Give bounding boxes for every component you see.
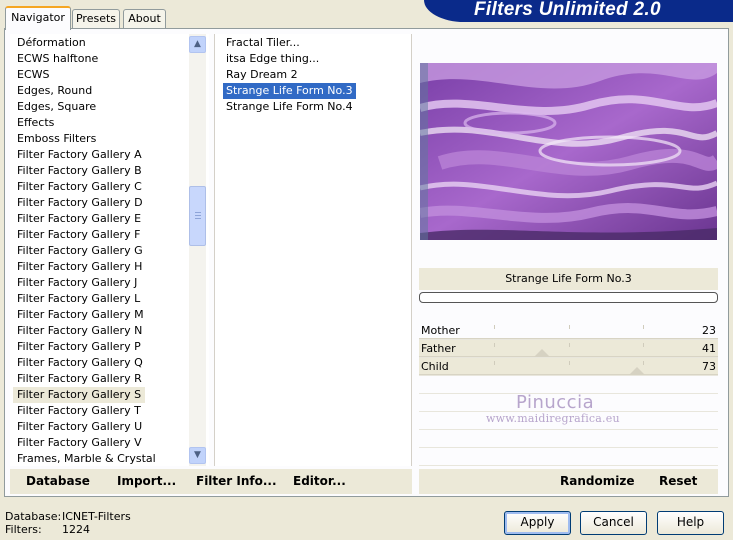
category-item[interactable]: Emboss Filters bbox=[13, 131, 100, 147]
filter-item[interactable]: Strange Life Form No.4 bbox=[223, 99, 356, 115]
filter-item[interactable]: Ray Dream 2 bbox=[223, 67, 301, 83]
category-item[interactable]: ECWS bbox=[13, 67, 54, 83]
category-scrollbar[interactable]: ▲ ▼ bbox=[189, 34, 206, 466]
category-item[interactable]: Filter Factory Gallery G bbox=[13, 243, 147, 259]
slider-label: Father bbox=[421, 342, 456, 355]
slider-father[interactable]: Father 41 bbox=[419, 340, 718, 358]
database-label: Database: bbox=[5, 510, 62, 523]
scroll-thumb[interactable] bbox=[189, 186, 206, 246]
preview-image bbox=[420, 63, 717, 240]
slider-knob[interactable] bbox=[534, 349, 550, 357]
category-item[interactable]: Filter Factory Gallery R bbox=[13, 371, 146, 387]
tab-presets[interactable]: Presets bbox=[72, 9, 120, 29]
slider-value: 73 bbox=[702, 360, 716, 373]
slider-mother[interactable]: Mother 23 bbox=[419, 322, 718, 340]
import-button[interactable]: Import... bbox=[117, 473, 176, 489]
category-item[interactable]: Filter Factory Gallery S bbox=[13, 387, 146, 403]
slider-track[interactable] bbox=[419, 374, 718, 375]
watermark-url: www.maidiregrafica.eu bbox=[486, 412, 620, 425]
database-button[interactable]: Database bbox=[26, 473, 90, 489]
slider-value: 23 bbox=[702, 324, 716, 337]
category-list[interactable]: Déformation ECWS halftone ECWS Edges, Round… bbox=[10, 34, 209, 466]
category-item[interactable]: Filter Factory Gallery J bbox=[13, 275, 141, 291]
empty-parameter-row bbox=[419, 432, 718, 448]
filters-count-value: 1224 bbox=[62, 523, 90, 536]
app-title-banner: Filters Unlimited 2.0 bbox=[424, 0, 733, 22]
apply-button[interactable]: Apply bbox=[504, 511, 571, 535]
category-item[interactable]: Filter Factory Gallery H bbox=[13, 259, 146, 275]
category-item[interactable]: Filter Factory Gallery B bbox=[13, 163, 146, 179]
category-item[interactable]: Filter Factory Gallery F bbox=[13, 227, 144, 243]
slider-track[interactable] bbox=[419, 356, 718, 357]
category-item[interactable]: ECWS halftone bbox=[13, 51, 102, 67]
slider-knob[interactable] bbox=[629, 367, 645, 375]
reset-button[interactable]: Reset bbox=[659, 473, 697, 489]
category-item[interactable]: Filter Factory Gallery M bbox=[13, 307, 148, 323]
help-button[interactable]: Help bbox=[657, 511, 724, 535]
category-item[interactable]: Filter Factory Gallery N bbox=[13, 323, 146, 339]
slider-track[interactable] bbox=[419, 338, 718, 339]
empty-parameter-row bbox=[419, 450, 718, 466]
category-item[interactable]: Déformation bbox=[13, 35, 90, 51]
slider-child[interactable]: Child 73 bbox=[419, 358, 718, 376]
category-item[interactable]: Filter Factory Gallery P bbox=[13, 339, 145, 355]
category-item[interactable]: Effects bbox=[13, 115, 58, 131]
database-value: ICNET-Filters bbox=[62, 510, 131, 523]
progress-bar bbox=[419, 292, 718, 303]
slider-label: Mother bbox=[421, 324, 460, 337]
category-item[interactable]: Filter Factory Gallery U bbox=[13, 419, 146, 435]
tab-about[interactable]: About bbox=[123, 9, 166, 29]
category-item[interactable]: Filter Factory Gallery E bbox=[13, 211, 145, 227]
tab-navigator[interactable]: Navigator bbox=[5, 6, 71, 30]
selected-filter-label: Strange Life Form No.3 bbox=[419, 268, 718, 290]
filter-item[interactable]: Strange Life Form No.3 bbox=[223, 83, 356, 99]
scroll-down-button[interactable]: ▼ bbox=[189, 447, 206, 464]
category-item[interactable]: Edges, Square bbox=[13, 99, 100, 115]
category-item[interactable]: Frames, Marble & Crystal bbox=[13, 451, 160, 466]
filter-item[interactable]: itsa Edge thing... bbox=[223, 51, 322, 67]
randomize-button[interactable]: Randomize bbox=[560, 473, 634, 489]
filter-list[interactable]: Fractal Tiler... itsa Edge thing... Ray Dr… bbox=[214, 34, 412, 466]
cancel-button[interactable]: Cancel bbox=[580, 511, 647, 535]
category-item[interactable]: Filter Factory Gallery C bbox=[13, 179, 146, 195]
slider-value: 41 bbox=[702, 342, 716, 355]
category-item[interactable]: Filter Factory Gallery A bbox=[13, 147, 146, 163]
filter-info-button[interactable]: Filter Info... bbox=[196, 473, 277, 489]
watermark-name: Pinuccia bbox=[516, 392, 595, 413]
category-item[interactable]: Filter Factory Gallery Q bbox=[13, 355, 147, 371]
editor-button[interactable]: Editor... bbox=[293, 473, 346, 489]
scroll-up-button[interactable]: ▲ bbox=[189, 36, 206, 53]
category-item[interactable]: Filter Factory Gallery V bbox=[13, 435, 146, 451]
filters-count-label: Filters: bbox=[5, 523, 42, 536]
category-item[interactable]: Filter Factory Gallery T bbox=[13, 403, 145, 419]
category-item[interactable]: Filter Factory Gallery L bbox=[13, 291, 144, 307]
category-item[interactable]: Filter Factory Gallery D bbox=[13, 195, 147, 211]
filter-item[interactable]: Fractal Tiler... bbox=[223, 35, 303, 51]
category-item[interactable]: Edges, Round bbox=[13, 83, 96, 99]
slider-label: Child bbox=[421, 360, 449, 373]
